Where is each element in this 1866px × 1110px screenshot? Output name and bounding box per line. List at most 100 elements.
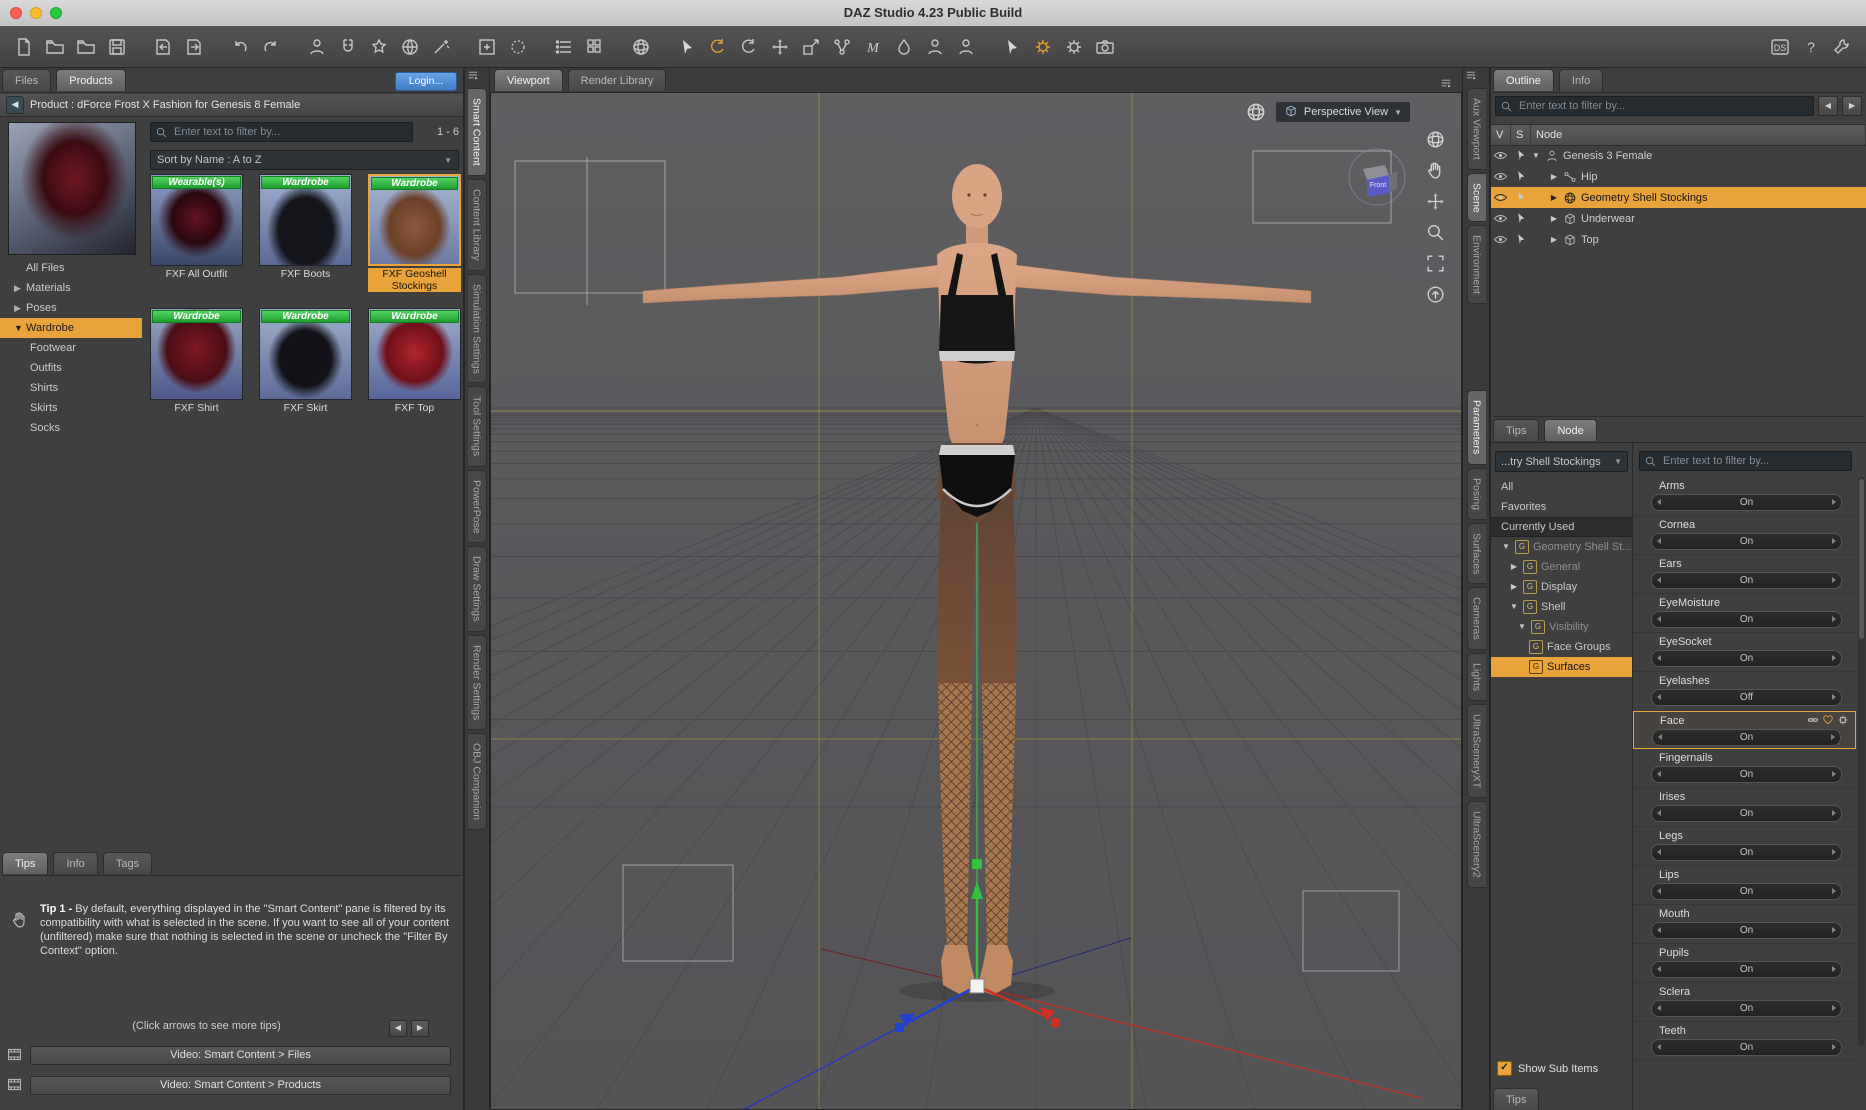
visibility-eye-icon[interactable]: [1493, 169, 1509, 185]
product-tile[interactable]: Wardrobe FXF Boots: [259, 174, 352, 280]
translate-tool-icon[interactable]: [766, 33, 794, 61]
export-icon[interactable]: [180, 33, 208, 61]
tab-tips-small[interactable]: Tips: [1493, 419, 1540, 441]
product-tile[interactable]: Wardrobe FXF Skirt: [259, 308, 352, 414]
scrollbar[interactable]: [1858, 477, 1865, 1046]
figure-setup-tool-icon[interactable]: [952, 33, 980, 61]
param-toggle[interactable]: On: [1652, 729, 1841, 746]
selectability-pointer-icon[interactable]: [1513, 211, 1529, 227]
product-tile[interactable]: Wearable(s) FXF All Outfit: [150, 174, 243, 280]
expander-icon[interactable]: ▶: [1549, 193, 1559, 202]
tab-tool-settings[interactable]: Tool Settings: [467, 386, 487, 467]
param-toggle[interactable]: On: [1651, 494, 1842, 511]
tab-viewport[interactable]: Viewport: [494, 69, 563, 91]
selectability-pointer-icon[interactable]: [1513, 232, 1529, 248]
video-smart-content-files-button[interactable]: Video: Smart Content > Files: [30, 1046, 451, 1065]
link-icon[interactable]: [1807, 714, 1819, 729]
create-new-node-icon[interactable]: [303, 33, 331, 61]
list-view-icon[interactable]: [550, 33, 578, 61]
undo-icon[interactable]: [226, 33, 254, 61]
translate-gizmo[interactable]: [895, 859, 1060, 1032]
group-currently-used[interactable]: Currently Used: [1491, 517, 1632, 537]
expander-icon[interactable]: ▼: [1517, 617, 1527, 637]
back-button[interactable]: ◀: [6, 96, 24, 114]
category-wardrobe[interactable]: ▼ Wardrobe: [0, 318, 142, 338]
category-poses[interactable]: ▶ Poses: [0, 298, 142, 318]
aspect-frame-icon[interactable]: [1425, 253, 1447, 275]
scene-node-top[interactable]: ▶ Top: [1491, 229, 1866, 250]
param-toggle[interactable]: Off: [1651, 689, 1842, 706]
pointer-add-tool-icon[interactable]: [998, 33, 1026, 61]
visibility-eye-icon[interactable]: [1493, 190, 1509, 206]
tab-tips-bottom[interactable]: Tips: [1493, 1088, 1540, 1110]
weight-map-tool-icon[interactable]: [859, 33, 887, 61]
tab-render-library[interactable]: Render Library: [567, 69, 667, 91]
tab-tags[interactable]: Tags: [102, 852, 153, 874]
show-sub-items-checkbox[interactable]: ✓: [1497, 1061, 1512, 1076]
rotate-tool-icon[interactable]: [704, 33, 732, 61]
pane-menu-icon[interactable]: [1463, 73, 1479, 85]
group-shell[interactable]: ▼ G Shell: [1491, 597, 1632, 617]
figure-transform-tool-icon[interactable]: [921, 33, 949, 61]
new-file-icon[interactable]: [10, 33, 38, 61]
product-tile[interactable]: Wardrobe FXF Shirt: [150, 308, 243, 414]
zoom-magnifier-icon[interactable]: [1425, 222, 1447, 244]
tab-surfaces[interactable]: Surfaces: [1466, 522, 1486, 585]
pane-menu-icon[interactable]: [465, 73, 481, 85]
tab-content-library[interactable]: Content Library: [467, 178, 487, 271]
scene-node-hip[interactable]: ▶ Hip: [1491, 166, 1866, 187]
category-socks[interactable]: Socks: [0, 418, 142, 438]
param-toggle[interactable]: On: [1651, 1039, 1842, 1056]
selectability-pointer-icon[interactable]: [1513, 169, 1529, 185]
tab-powerpose[interactable]: PowerPose: [467, 469, 487, 544]
lighting-sphere-tool-icon[interactable]: [1425, 129, 1447, 151]
visibility-eye-icon[interactable]: [1493, 148, 1509, 164]
favorite-heart-icon[interactable]: [1822, 714, 1834, 729]
perspective-gizmo-icon[interactable]: [396, 33, 424, 61]
tab-ultrascenery2[interactable]: UltraScenery2: [1466, 801, 1486, 888]
reset-view-icon[interactable]: [1425, 284, 1447, 306]
product-thumbnail[interactable]: [8, 122, 136, 255]
iray-preview-sphere-icon[interactable]: [627, 33, 655, 61]
tab-posing[interactable]: Posing: [1466, 467, 1486, 520]
redo-icon[interactable]: [257, 33, 285, 61]
param-toggle[interactable]: On: [1651, 844, 1842, 861]
lighting-sphere-icon[interactable]: [1245, 101, 1267, 123]
spot-render-camera-icon[interactable]: [1091, 33, 1119, 61]
view-orientation-cube[interactable]: Front: [1345, 145, 1409, 209]
render-settings-icon[interactable]: [1029, 33, 1057, 61]
tab-tips[interactable]: Tips: [2, 852, 49, 874]
merge-file-icon[interactable]: [72, 33, 100, 61]
category-outfits[interactable]: Outfits: [0, 358, 142, 378]
camera-selector-dropdown[interactable]: Perspective View ▼: [1274, 101, 1411, 123]
selection-marquee-icon[interactable]: [504, 33, 532, 61]
param-toggle[interactable]: On: [1651, 766, 1842, 783]
tab-lights[interactable]: Lights: [1466, 652, 1486, 701]
sort-dropdown[interactable]: Sort by Name : A to Z ▼: [150, 150, 459, 170]
magnet-snap-icon[interactable]: [334, 33, 362, 61]
group-visibility[interactable]: ▼ G Visibility: [1491, 617, 1632, 637]
expander-icon[interactable]: ▼: [1531, 151, 1541, 160]
expander-icon[interactable]: ▶: [1549, 214, 1559, 223]
expander-icon[interactable]: ▼: [1509, 597, 1519, 617]
scene-filter-input[interactable]: [1517, 99, 1809, 113]
parameters-scope-dropdown[interactable]: ...try Shell Stockings ▼: [1495, 451, 1628, 472]
customize-icon[interactable]: [1828, 33, 1856, 61]
param-toggle[interactable]: On: [1651, 922, 1842, 939]
node-connector-tool-icon[interactable]: [828, 33, 856, 61]
next-tip-button[interactable]: ▶: [411, 1020, 429, 1037]
expander-icon[interactable]: ▶: [1509, 557, 1519, 577]
expander-icon[interactable]: ▶: [1549, 235, 1559, 244]
save-file-icon[interactable]: [103, 33, 131, 61]
scene-node-underwear[interactable]: ▶ Underwear: [1491, 208, 1866, 229]
selectability-pointer-icon[interactable]: [1513, 148, 1529, 164]
viewport-canvas[interactable]: Perspective View ▼ Front: [490, 92, 1462, 1110]
tab-ultrasceneryxt[interactable]: UltraSceneryXT: [1466, 703, 1486, 798]
node-selection-tool-icon[interactable]: [673, 33, 701, 61]
tab-render-settings[interactable]: Render Settings: [467, 634, 487, 730]
scene-node-geometry-shell-stockings[interactable]: ▶ Geometry Shell Stockings: [1491, 187, 1866, 208]
previous-tip-button[interactable]: ◀: [389, 1020, 407, 1037]
collapse-all-button[interactable]: ◀: [1818, 96, 1838, 116]
parameters-filter-input[interactable]: [1661, 454, 1847, 468]
add-plane-icon[interactable]: [473, 33, 501, 61]
